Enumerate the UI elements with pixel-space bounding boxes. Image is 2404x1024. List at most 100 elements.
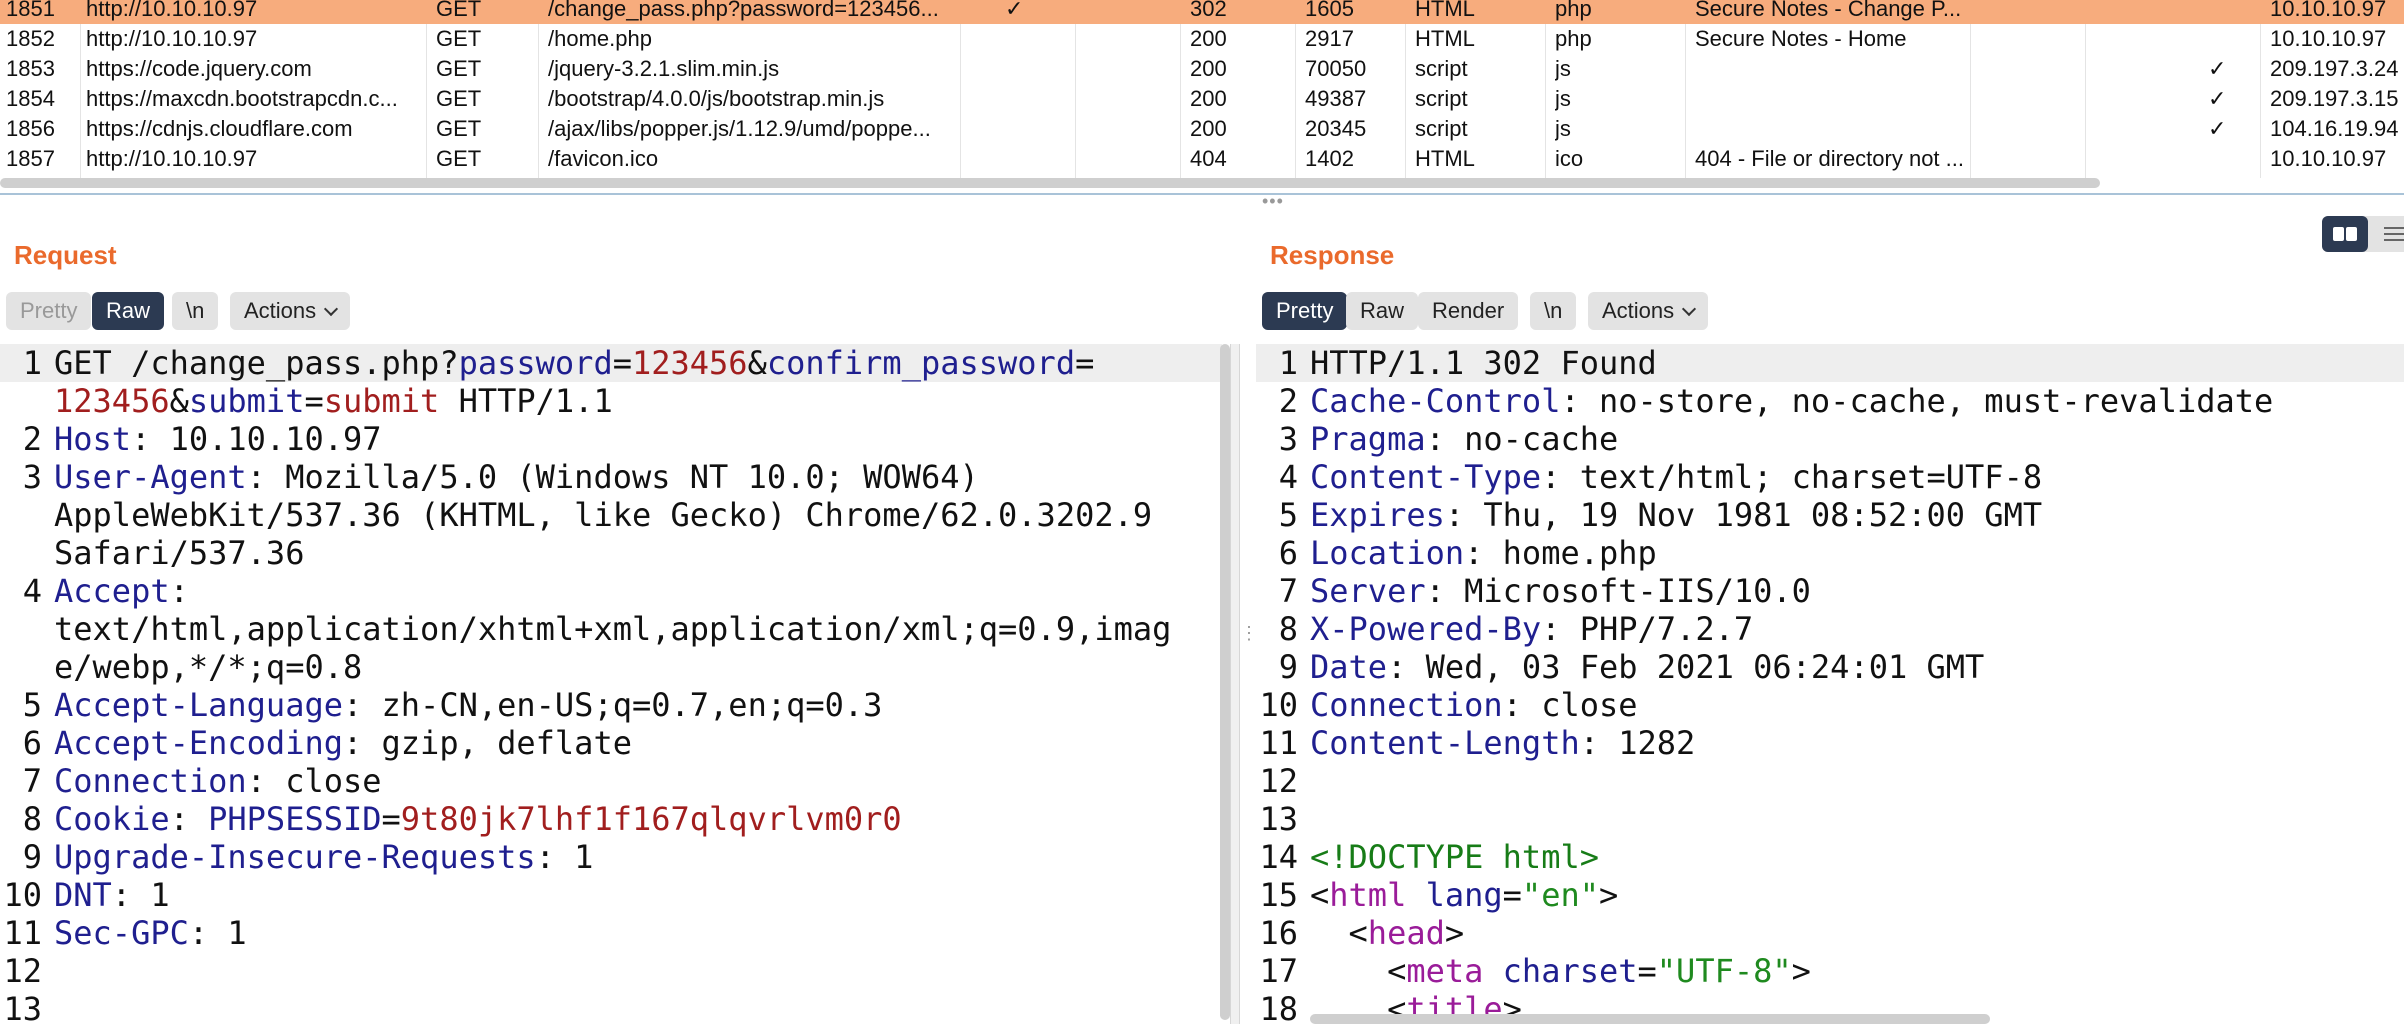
- cell-status: 200: [1190, 86, 1227, 111]
- code-line: <meta charset="UTF-8">: [1310, 952, 2273, 990]
- code-line: HTTP/1.1 302 Found: [1310, 344, 2273, 382]
- cell-url: /bootstrap/4.0.0/js/bootstrap.min.js: [548, 86, 885, 111]
- line-number: 11: [1259, 724, 1298, 762]
- code-token: Sec-GPC: [54, 914, 189, 952]
- code-token: <: [1310, 914, 1368, 952]
- code-token: : PHP/7.2.7: [1541, 610, 1754, 648]
- cell-length: 2917: [1305, 26, 1354, 51]
- line-number: [0, 534, 42, 572]
- line-number: 9: [22, 838, 42, 876]
- cell-method: GET: [436, 86, 482, 111]
- line-number: [0, 610, 42, 648]
- chevron-down-icon: [324, 301, 339, 317]
- line-number: 5: [1278, 496, 1298, 534]
- code-token: Content-Length: [1310, 724, 1580, 762]
- table-row[interactable]: 1856 https://cdnjs.cloudflare.com GET/ajax…: [0, 114, 2404, 144]
- code-line: Server: Microsoft-IIS/10.0: [1310, 572, 2273, 610]
- request-tab-raw[interactable]: Raw: [92, 292, 165, 330]
- cell-id: 1853: [6, 56, 55, 81]
- response-pretty-text[interactable]: HTTP/1.1 302 Found Cache-Control: no-stor…: [1310, 344, 2273, 1024]
- request-editor[interactable]: 1 2 3 4 5 6 7 8 9 10 11 12 13 GET /change_pass.php?p…: [0, 344, 1222, 1024]
- code-token: : 1: [535, 838, 594, 876]
- code-token: : 1: [111, 876, 170, 914]
- code-token: :: [169, 800, 209, 838]
- code-token: HTTP/1.1: [439, 382, 613, 420]
- code-token: Date: [1310, 648, 1388, 686]
- request-raw-text[interactable]: GET /change_pass.php?password=123456&con…: [54, 344, 1171, 1024]
- code-line: e/webp,*/*;q=0.8: [54, 648, 1171, 686]
- cell-host: https://code.jquery.com: [86, 56, 312, 81]
- cell-mime: HTML: [1415, 26, 1475, 51]
- table-row[interactable]: 1851 http://10.10.10.97 GET/change_pass.ph…: [0, 0, 2404, 24]
- history-horizontal-scrollbar[interactable]: [0, 178, 2100, 188]
- code-token: <!DOCTYPE html>: [1310, 838, 1599, 876]
- request-actions-label: Actions: [244, 298, 317, 323]
- cell-status: 200: [1190, 56, 1227, 81]
- cell-status: 200: [1190, 116, 1227, 141]
- cell-status: 302: [1190, 0, 1227, 21]
- code-line: <head>: [1310, 914, 2273, 952]
- response-tab-raw[interactable]: Raw: [1346, 292, 1419, 330]
- code-line: Cookie: PHPSESSID=9t80jk7lhf1f167qlqvrlv…: [54, 800, 1171, 838]
- cell-ip: 209.197.3.15: [2270, 86, 2399, 111]
- response-newline-toggle[interactable]: \n: [1530, 292, 1577, 330]
- table-row[interactable]: 1852 http://10.10.10.97 GET/home.php 200 291…: [0, 24, 2404, 54]
- table-row[interactable]: 1853 https://code.jquery.com GET/jquery-3.…: [0, 54, 2404, 84]
- request-line-numbers: 1 2 3 4 5 6 7 8 9 10 11 12 13: [0, 344, 42, 1024]
- code-line: Cache-Control: no-store, no-cache, must-…: [1310, 382, 2273, 420]
- pane-splitter[interactable]: [1230, 344, 1240, 1024]
- request-newline-toggle[interactable]: \n: [172, 292, 219, 330]
- code-token: Cache-Control: [1310, 382, 1561, 420]
- cell-ext: ico: [1555, 146, 1584, 171]
- response-line-numbers: 1 2 3 4 5 6 7 8 9 10 11 12 13 14 15 16 17 18: [1256, 344, 1298, 1024]
- table-row[interactable]: 1857 http://10.10.10.97 GET/favicon.ico 404…: [0, 144, 2404, 174]
- line-number: 12: [3, 952, 42, 990]
- line-number: 14: [1259, 838, 1298, 876]
- code-token: :: [169, 572, 189, 610]
- cell-tls: ✓: [2208, 86, 2227, 111]
- cell-mime: script: [1415, 56, 1468, 81]
- cell-ip: 10.10.10.97: [2270, 26, 2387, 51]
- request-tab-pretty[interactable]: Pretty: [6, 292, 92, 330]
- response-tab-pretty[interactable]: Pretty: [1262, 292, 1348, 330]
- code-token: charset: [1502, 952, 1638, 990]
- code-line: Location: home.php: [1310, 534, 2273, 572]
- history-editor-splitter[interactable]: [0, 193, 2404, 195]
- code-token: : 1282: [1579, 724, 1696, 762]
- code-token: submit: [323, 382, 440, 420]
- code-token: =: [1502, 876, 1522, 914]
- response-horizontal-scrollbar[interactable]: [1310, 1014, 1990, 1024]
- code-token: GET /change_pass.php?: [54, 344, 459, 382]
- layout-toggle-group: [2322, 216, 2404, 252]
- response-editor[interactable]: 1 2 3 4 5 6 7 8 9 10 11 12 13 14 15 16 17 18 HTTP/1.1 302…: [1256, 344, 2404, 1024]
- response-actions-menu[interactable]: Actions: [1588, 292, 1709, 330]
- line-number: 7: [1278, 572, 1298, 610]
- code-token: head: [1367, 914, 1445, 952]
- request-vertical-scrollbar[interactable]: [1220, 344, 1230, 1020]
- line-number: 3: [22, 458, 42, 496]
- code-line: <!DOCTYPE html>: [1310, 838, 2273, 876]
- code-line: User-Agent: Mozilla/5.0 (Windows NT 10.0…: [54, 458, 1171, 496]
- line-number: 10: [1259, 686, 1298, 724]
- drag-handle-icon[interactable]: •••: [1262, 192, 1284, 210]
- code-line: X-Powered-By: PHP/7.2.7: [1310, 610, 2273, 648]
- cell-status: 200: [1190, 26, 1227, 51]
- cell-method: GET: [436, 116, 482, 141]
- line-number: [0, 648, 42, 686]
- code-token: Connection: [54, 762, 247, 800]
- request-actions-menu[interactable]: Actions: [230, 292, 351, 330]
- code-token: Accept-Encoding: [54, 724, 343, 762]
- cell-host: http://10.10.10.97: [86, 26, 258, 51]
- response-actions-label: Actions: [1602, 298, 1675, 323]
- chevron-down-icon: [1682, 301, 1697, 317]
- code-token: : Mozilla/5.0 (Windows NT 10.0; WOW64): [246, 458, 979, 496]
- cell-ext: js: [1555, 116, 1571, 141]
- code-token: : 10.10.10.97: [131, 420, 382, 458]
- line-number: 13: [1259, 800, 1298, 838]
- response-tab-render[interactable]: Render: [1418, 292, 1519, 330]
- line-number: 1: [22, 344, 42, 382]
- columns-icon[interactable]: [2322, 216, 2368, 252]
- table-row[interactable]: 1854 https://maxcdn.bootstrapcdn.c... GET /…: [0, 84, 2404, 114]
